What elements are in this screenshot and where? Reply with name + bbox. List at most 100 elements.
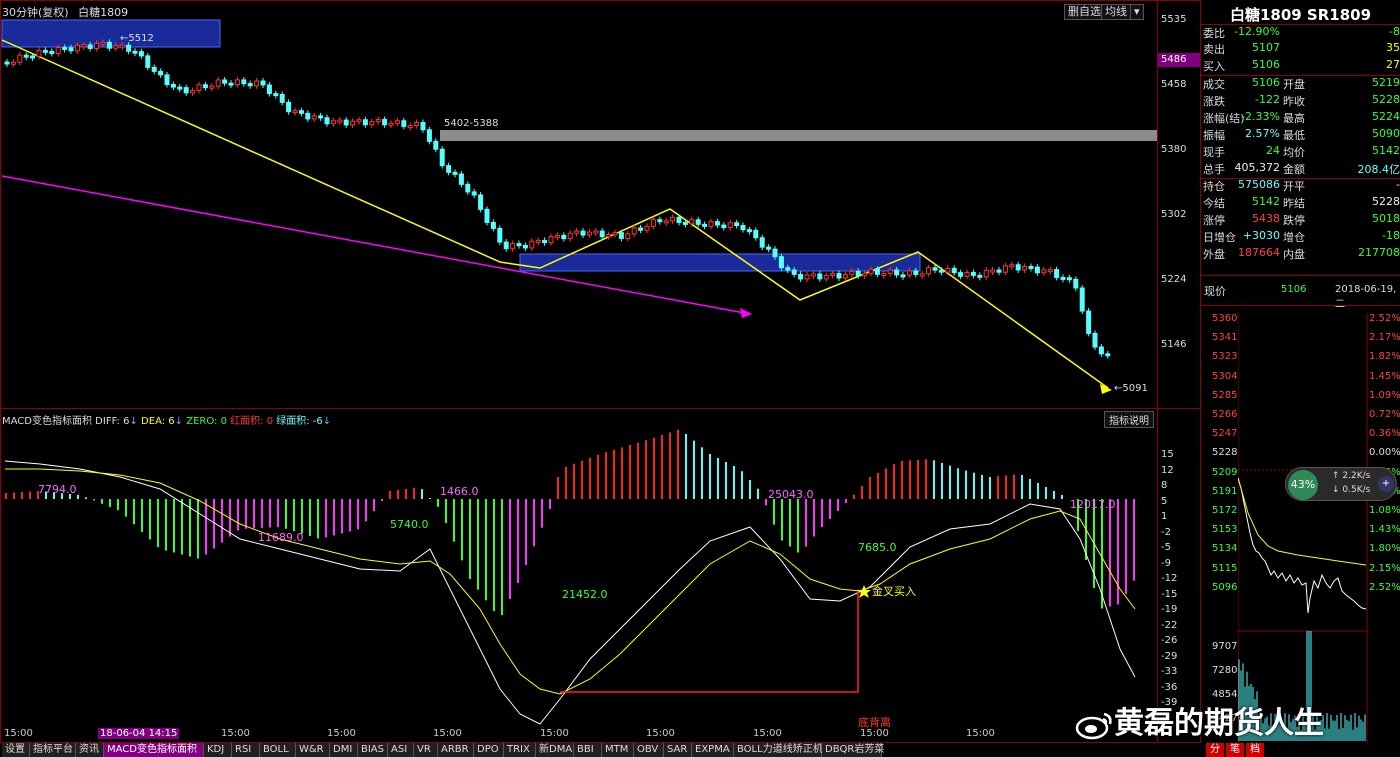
candle <box>529 240 535 249</box>
candle <box>407 125 413 129</box>
intraday-pct-tick: 0.36% <box>1369 428 1400 440</box>
candle <box>87 44 93 49</box>
intraday-price-tick: 5172 <box>1212 505 1238 516</box>
candle <box>356 119 362 123</box>
candle <box>638 227 644 231</box>
indicator-tab[interactable]: DMI <box>330 743 358 757</box>
candle <box>1041 269 1047 274</box>
indicator-tab[interactable]: BOLL力道线矫正机 <box>734 743 823 757</box>
candle <box>337 119 343 123</box>
indicator-tab[interactable]: OBV <box>634 743 664 757</box>
current-price-value: 5106 <box>1281 284 1307 295</box>
indicator-tab[interactable]: BBI <box>574 743 602 757</box>
quote-label: 总手 <box>1203 163 1225 176</box>
candle <box>362 119 368 126</box>
candle <box>881 273 887 277</box>
indicator-tab[interactable]: KDJ <box>204 743 232 757</box>
indicator-tab[interactable]: MTM <box>602 743 634 757</box>
indicator-tab[interactable]: SAR <box>664 743 692 757</box>
candle <box>913 270 919 275</box>
quote-value: 405,372 <box>1234 161 1281 174</box>
candle <box>535 239 541 243</box>
indicator-tab[interactable]: 指标平台 <box>30 743 76 757</box>
quote-label: 委比 <box>1203 27 1225 40</box>
candle <box>650 219 656 227</box>
quote-row: 总手 405,372 金额 208.4亿 <box>1201 161 1400 178</box>
candle <box>1105 353 1111 357</box>
quote-label: 最高 <box>1283 112 1305 125</box>
indicator-tab[interactable]: W&R <box>296 743 330 757</box>
x-tick: 15:00 <box>966 728 995 739</box>
current-price-label: 现价 <box>1204 285 1226 298</box>
candle <box>906 270 912 276</box>
quote-row: 买入 5106 27 <box>1201 58 1400 75</box>
macd-tick: -5 <box>1161 542 1171 553</box>
indicator-tab[interactable]: EXPMA <box>692 743 734 757</box>
candle <box>689 219 695 225</box>
price-tick: 5535 <box>1161 14 1187 25</box>
candle <box>311 115 317 120</box>
candle <box>746 229 752 233</box>
macd-chart[interactable] <box>0 409 1157 727</box>
indicator-tab[interactable]: 设置 <box>2 743 30 757</box>
speed-gauge[interactable]: 43% ↑ 2.2K/s ↓ 0.5K/s + <box>1285 467 1397 501</box>
candle <box>798 273 804 280</box>
intraday-chart[interactable] <box>1238 313 1368 743</box>
gauge-expand-icon[interactable]: + <box>1378 476 1394 492</box>
quote-label: 涨跌 <box>1203 95 1225 108</box>
price-tick: 5380 <box>1161 144 1187 155</box>
candlestick-chart[interactable] <box>0 14 1157 408</box>
quote-label: 开平 <box>1283 180 1305 193</box>
quote-row: 卖出 5107 35 <box>1201 41 1400 58</box>
indicator-tab[interactable]: 新DMA <box>536 743 574 757</box>
gauge-circle: 43% <box>1288 470 1318 500</box>
candle <box>977 274 983 278</box>
x-tick: 15:00 <box>327 728 356 739</box>
candle <box>81 44 87 48</box>
candle <box>266 84 272 95</box>
axis-divider <box>1157 0 1158 743</box>
indicator-tab[interactable]: ASI <box>388 743 414 757</box>
gap-zone <box>440 130 1157 141</box>
indicator-tab[interactable]: RSI <box>232 743 260 757</box>
candle <box>702 223 708 227</box>
candle <box>1079 287 1085 312</box>
indicator-tab[interactable]: MACD变色指标面积 <box>104 743 204 757</box>
quote-row: 涨停 5438 跌停 5018 <box>1201 212 1400 229</box>
candle <box>62 46 68 50</box>
quote-value: 5228 <box>1372 93 1400 106</box>
candle <box>292 110 298 114</box>
indicator-tab[interactable]: DBQR岩芳菜 <box>822 743 884 757</box>
candle <box>209 85 215 89</box>
golden-cross-star <box>857 585 871 598</box>
candle <box>586 231 592 236</box>
candle <box>420 122 426 131</box>
indicator-tab[interactable]: BOLL <box>260 743 296 757</box>
indicator-tab[interactable]: DPO <box>474 743 504 757</box>
quote-label: 日增仓 <box>1203 231 1236 244</box>
candle <box>113 44 119 49</box>
indicator-tab[interactable]: ARBR <box>438 743 474 757</box>
indicator-tab[interactable]: BIAS <box>358 743 388 757</box>
area-label: 7794.0 <box>38 483 77 496</box>
candle <box>644 225 650 231</box>
indicator-tab[interactable]: 资讯 <box>76 743 104 757</box>
indicator-tab[interactable]: VR <box>414 743 438 757</box>
panel-tab-level[interactable]: 档 <box>1246 743 1264 757</box>
candle <box>657 219 663 223</box>
quote-label: 现手 <box>1203 146 1225 159</box>
candle <box>791 269 797 275</box>
candle <box>241 79 247 85</box>
candle <box>273 93 279 97</box>
quote-label: 成交 <box>1203 78 1225 91</box>
macd-tick: -2 <box>1161 526 1171 538</box>
candle <box>4 61 10 65</box>
candle <box>631 227 637 235</box>
gauge-down: ↓ 0.5K/s <box>1332 485 1371 495</box>
candle <box>1086 310 1092 334</box>
candle <box>74 44 80 52</box>
panel-tab-minute[interactable]: 分 <box>1206 743 1224 757</box>
indicator-tab[interactable]: TRIX <box>504 743 536 757</box>
panel-tab-tick[interactable]: 笔 <box>1226 743 1244 757</box>
intraday-price-tick: 5228 <box>1212 447 1238 459</box>
